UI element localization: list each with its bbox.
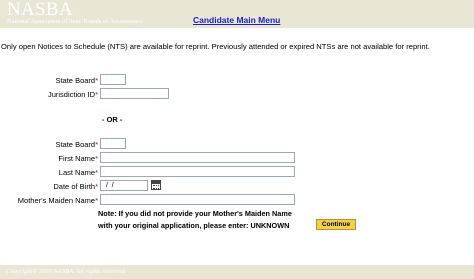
first-name-input[interactable] [100,152,295,163]
calendar-icon-grid [153,185,159,189]
continue-button[interactable]: Continue [316,219,356,230]
jurisdiction-id-input[interactable] [100,88,169,99]
nasba-logo: NASBA National Association of State Boar… [4,0,154,27]
copyright-text: Copyright© 2003 NASBA. All rights reserv… [6,268,126,275]
state-board-label-2: State Board* [55,140,98,149]
header-bar: NASBA National Association of State Boar… [0,0,474,28]
calendar-icon[interactable] [151,180,161,190]
or-separator: - OR - [102,115,123,124]
logo-subtitle: National Association of State Boards of … [7,18,144,25]
calendar-icon-header [152,181,160,184]
note-line-2: with your original application, please e… [98,221,290,230]
state-board-label-1: State Board* [55,76,98,85]
date-of-birth-label: Date of Birth* [53,182,98,191]
first-name-label: First Name* [58,154,98,163]
state-board-input-2[interactable] [100,138,126,149]
state-board-input-1[interactable] [100,74,126,85]
note-line-1: Note: If you did not provide your Mother… [98,209,292,218]
reprint-notice: Only open Notices to Schedule (NTS) are … [1,42,430,51]
footer-bar: Copyright© 2003 NASBA. All rights reserv… [0,265,474,279]
last-name-label: Last Name* [58,168,98,177]
date-of-birth-input[interactable] [100,180,148,191]
mothers-maiden-name-input[interactable] [100,194,295,205]
jurisdiction-id-label: Jurisdiction ID* [47,90,98,99]
last-name-input[interactable] [100,166,295,177]
candidate-main-menu-link[interactable]: Candidate Main Menu [193,15,280,25]
mothers-maiden-name-label: Mother's Maiden Name* [17,196,98,205]
